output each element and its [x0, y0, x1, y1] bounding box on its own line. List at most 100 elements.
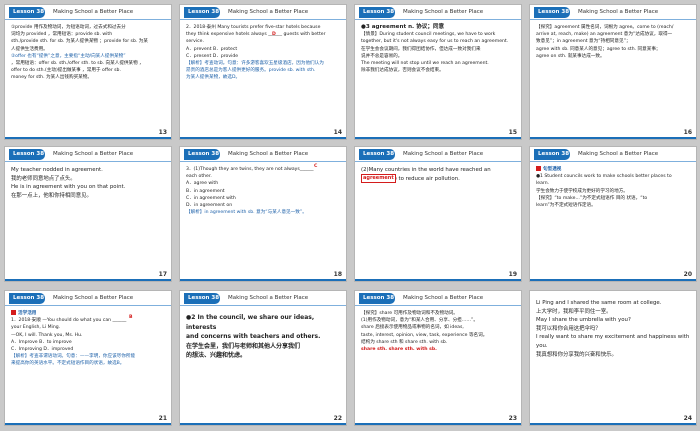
text-line: 在学生会里，我们与老师和其他人分享我们: [186, 342, 301, 350]
lesson-badge: Lesson 38: [359, 293, 395, 304]
slide-header: Lesson 38 Making School a Better Place: [355, 291, 521, 306]
slide-body: 3．(1)Though they are twins, they are not…: [186, 164, 341, 216]
text-line: C．present D．provide: [186, 53, 239, 59]
text-line: He is in agreement with you on that poin…: [11, 184, 126, 191]
slide-title: Making School a Better Place: [53, 151, 134, 157]
text-line: B．in agreement: [186, 188, 225, 194]
slide-title: Making School a Better Place: [228, 9, 309, 15]
text-line: 【解析】in agreement with sb. 意为“与某人意见一致”。: [186, 210, 307, 216]
slide-header: Lesson 38 Making School a Better Place: [5, 291, 171, 306]
footer-bar: [530, 137, 696, 139]
text-line: taste, interest, opinion, view, task, ex…: [361, 332, 488, 338]
footer-bar: [180, 423, 346, 425]
slide-23[interactable]: Lesson 38 Making School a Better Place 【…: [354, 290, 522, 426]
text-line: 致意见”；in agreement 意为“持相同意见”；: [536, 39, 631, 45]
text-line: My teacher nodded in agreement.: [11, 167, 103, 173]
slide-16[interactable]: Lesson 38 Making School a Better Place 【…: [529, 4, 697, 140]
footer-bar: [355, 137, 521, 139]
header-rule: [180, 305, 346, 306]
page-number: 21: [158, 415, 167, 422]
slide-21[interactable]: Lesson 38 Making School a Better Place 活…: [4, 290, 172, 426]
text-line: C．Improving D．improved: [11, 347, 74, 353]
header-rule: [5, 305, 171, 306]
slide-header: Lesson 38 Making School a Better Place: [530, 147, 696, 162]
header-rule: [5, 19, 171, 20]
text-line: 词均为 provided ，常用短语：provide sb. with: [11, 32, 113, 38]
slide-title: Making School a Better Place: [228, 295, 309, 301]
text-line: ●3 agreement n. 协议；同意: [361, 24, 445, 30]
text-line: I really want to share my excitement and…: [536, 334, 690, 349]
lesson-badge: Lesson 38: [9, 293, 45, 304]
slide-body: ●3 agreement n. 协议；同意 【情景】During student…: [361, 24, 516, 74]
page-number: 15: [508, 129, 517, 136]
text-line: 学生会致力于使学校成为更好的学习的地方。: [536, 188, 628, 194]
text-line: ，常用短语：offer sb. sth./offer sth. to sb. 向…: [11, 61, 144, 67]
text-line: offer to do sth.(主动)提出做某事 ，常用于 offer sb.: [11, 68, 121, 74]
text-line: A．prevent B．protect: [186, 46, 238, 52]
text-line: The meeting will not stop until we reach…: [361, 61, 489, 67]
header-rule: [530, 19, 696, 20]
text-line: 【探究】agreement 属性名词，词根为 agree。come to (re…: [536, 25, 674, 30]
heading-marker: [536, 166, 541, 171]
section-heading: 活学活用: [11, 310, 166, 317]
slide-22[interactable]: Lesson 38 Making School a Better Place ●…: [179, 290, 347, 426]
page-number: 17: [158, 271, 167, 278]
footer-bar: [180, 137, 346, 139]
lesson-badge: Lesson 38: [184, 293, 220, 304]
text-line: 【探究】share 可用作及物动词和不及物动词。: [361, 311, 458, 316]
answer-line: share sth. share sth. with sb.: [361, 347, 437, 353]
footer-bar: [5, 137, 171, 139]
text-line: your English, Li Ming.: [11, 325, 61, 331]
text-line: 【情景】During student council meetings, we …: [361, 32, 496, 38]
text-line: ①provide 用作及物动词，为短语动词，过去式和过去分: [11, 25, 126, 30]
slide-15[interactable]: Lesson 38 Making School a Better Place ●…: [354, 4, 522, 140]
page-number: 13: [158, 129, 167, 136]
text-line: C．in agreement with: [186, 195, 236, 201]
text-line: service.: [186, 39, 204, 45]
footer-bar: [180, 279, 346, 281]
slide-17[interactable]: Lesson 38 Making School a Better Place M…: [4, 146, 172, 282]
text-line: 上大学时，我和李平同住一室。: [536, 308, 612, 315]
page-number: 14: [333, 129, 342, 136]
slide-24[interactable]: Li Ping and I shared the same room at co…: [529, 290, 697, 426]
slide-header: Lesson 38 Making School a Better Place: [180, 291, 346, 306]
text-line: 我可以和你合用这把伞吗？: [536, 325, 601, 332]
text-line: 3．(1)Though they are twins, they are not…: [186, 167, 314, 172]
text-line: 2．2018·泰州 Many tourists prefer five-star…: [186, 25, 321, 30]
answer-mark: C: [314, 164, 318, 169]
text-line: May I share the umbrella with you?: [536, 317, 631, 324]
slide-title: Making School a Better Place: [403, 151, 484, 157]
page-number: 18: [333, 271, 342, 278]
slide-19[interactable]: Lesson 38 Making School a Better Place (…: [354, 146, 522, 282]
section-heading: 句型透视: [536, 166, 691, 173]
text-line: learn.: [536, 181, 550, 187]
lesson-badge: Lesson 38: [184, 7, 220, 18]
slide-20[interactable]: Lesson 38 Making School a Better Place 句…: [529, 146, 697, 282]
slide-grid: Lesson 38 Making School a Better Place ①…: [0, 0, 700, 431]
slide-14[interactable]: Lesson 38 Making School a Better Place 2…: [179, 4, 347, 140]
footer-bar: [530, 279, 696, 281]
slide-18[interactable]: Lesson 38 Making School a Better Place 3…: [179, 146, 347, 282]
slide-title: Making School a Better Place: [53, 295, 134, 301]
text-line: share 后接表示使用物品或事物的名词，如 ideas,: [361, 325, 464, 331]
footer-bar: [5, 423, 171, 425]
text-line: each other.: [186, 174, 212, 180]
slide-13[interactable]: Lesson 38 Making School a Better Place ①…: [4, 4, 172, 140]
text-line: A．agree with: [186, 181, 219, 187]
text-line: learn”为不定式短语作定语。: [536, 203, 596, 209]
header-rule: [5, 161, 171, 162]
page-number: 24: [683, 415, 692, 422]
lesson-badge: Lesson 38: [359, 7, 395, 18]
text-line: ●2 In the council, we share our ideas, i…: [186, 314, 315, 331]
footer-bar: [355, 279, 521, 281]
text-line: (1)用作及物动词，意为“和某人合用、分享、分担……”。: [361, 318, 478, 324]
slide-body: ●2 In the council, we share our ideas, i…: [186, 313, 341, 361]
text-line: agree on sth. 就某事达成一致。: [536, 53, 605, 59]
page-number: 20: [683, 271, 692, 278]
text-line: sth./provide sth. for sb. 为某人提供某物 ；provi…: [11, 39, 148, 45]
slide-title: Making School a Better Place: [403, 295, 484, 301]
slide-header: Lesson 38 Making School a Better Place: [355, 5, 521, 20]
slide-title: Making School a Better Place: [578, 151, 659, 157]
slide-body: 【探究】agreement 属性名词，词根为 agree。come to (re…: [536, 24, 691, 60]
header-rule: [180, 19, 346, 20]
